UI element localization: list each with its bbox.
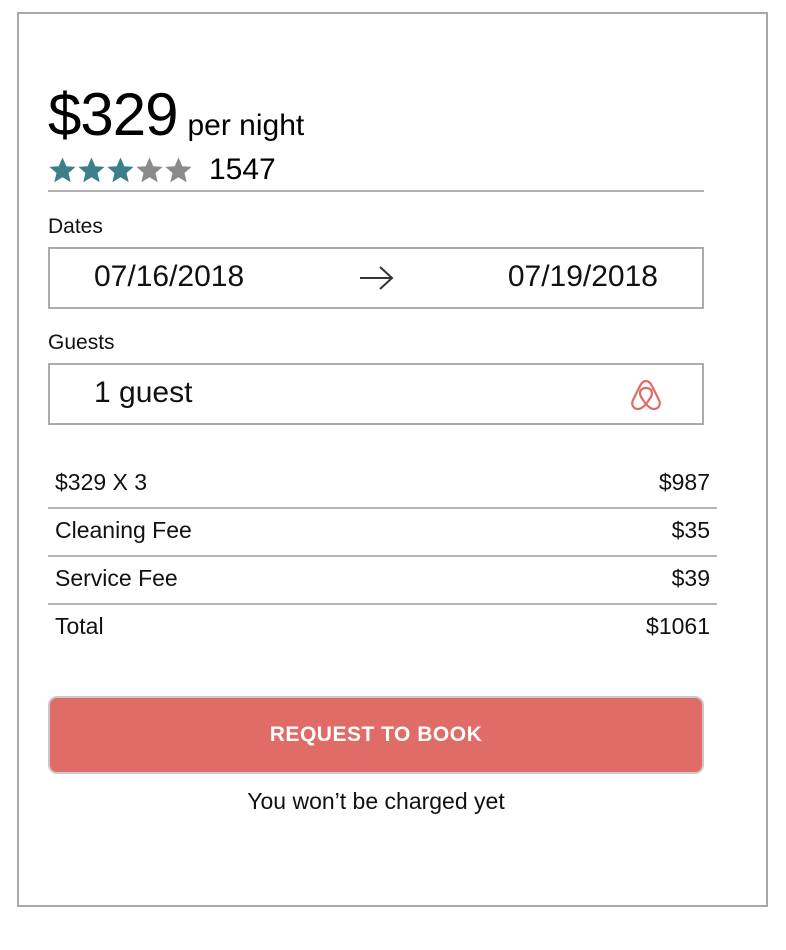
- divider: [48, 190, 704, 192]
- total-row: Total $1061: [48, 605, 717, 653]
- rating-row: 1547: [48, 150, 276, 190]
- charge-notice: You won’t be charged yet: [247, 788, 505, 814]
- line-item-label: Service Fee: [55, 565, 178, 591]
- check-out-date[interactable]: 07/19/2018: [508, 260, 658, 294]
- price-breakdown: $329 X 3 $987 Cleaning Fee $35 Service F…: [48, 461, 717, 653]
- cleaning-fee-row: Cleaning Fee $35: [48, 509, 717, 557]
- star-empty-icon: [135, 156, 164, 185]
- star-empty-icon: [164, 156, 193, 185]
- line-item-label: Cleaning Fee: [55, 517, 192, 543]
- review-count: 1547: [209, 153, 276, 186]
- dates-label: Dates: [48, 215, 103, 238]
- guests-field[interactable]: 1 guest: [48, 363, 704, 425]
- arrow-right-icon: [358, 263, 396, 293]
- guest-count: 1 guest: [94, 376, 193, 409]
- star-filled-icon: [48, 156, 77, 185]
- request-to-book-label: REQUEST TO BOOK: [269, 723, 483, 746]
- line-item-amount: $987: [658, 469, 710, 495]
- nightly-price: $329: [48, 81, 178, 148]
- airbnb-logo-icon: [628, 377, 664, 413]
- price-unit: per night: [187, 109, 305, 142]
- guests-label: Guests: [48, 331, 115, 354]
- star-filled-icon: [106, 156, 135, 185]
- line-item-amount: $39: [671, 565, 710, 591]
- line-item-label: $329 X 3: [55, 469, 148, 495]
- nightly-subtotal-row: $329 X 3 $987: [48, 461, 717, 509]
- star-filled-icon: [77, 156, 106, 185]
- total-amount: $1061: [646, 613, 710, 639]
- dates-field[interactable]: 07/16/2018 07/19/2018: [48, 247, 704, 309]
- price-row: $329 per night: [48, 80, 304, 149]
- check-in-date[interactable]: 07/16/2018: [94, 260, 244, 294]
- request-to-book-button[interactable]: REQUEST TO BOOK: [48, 696, 704, 774]
- total-label: Total: [55, 613, 104, 639]
- star-rating: [48, 156, 193, 185]
- line-item-amount: $35: [671, 517, 710, 543]
- service-fee-row: Service Fee $39: [48, 557, 717, 605]
